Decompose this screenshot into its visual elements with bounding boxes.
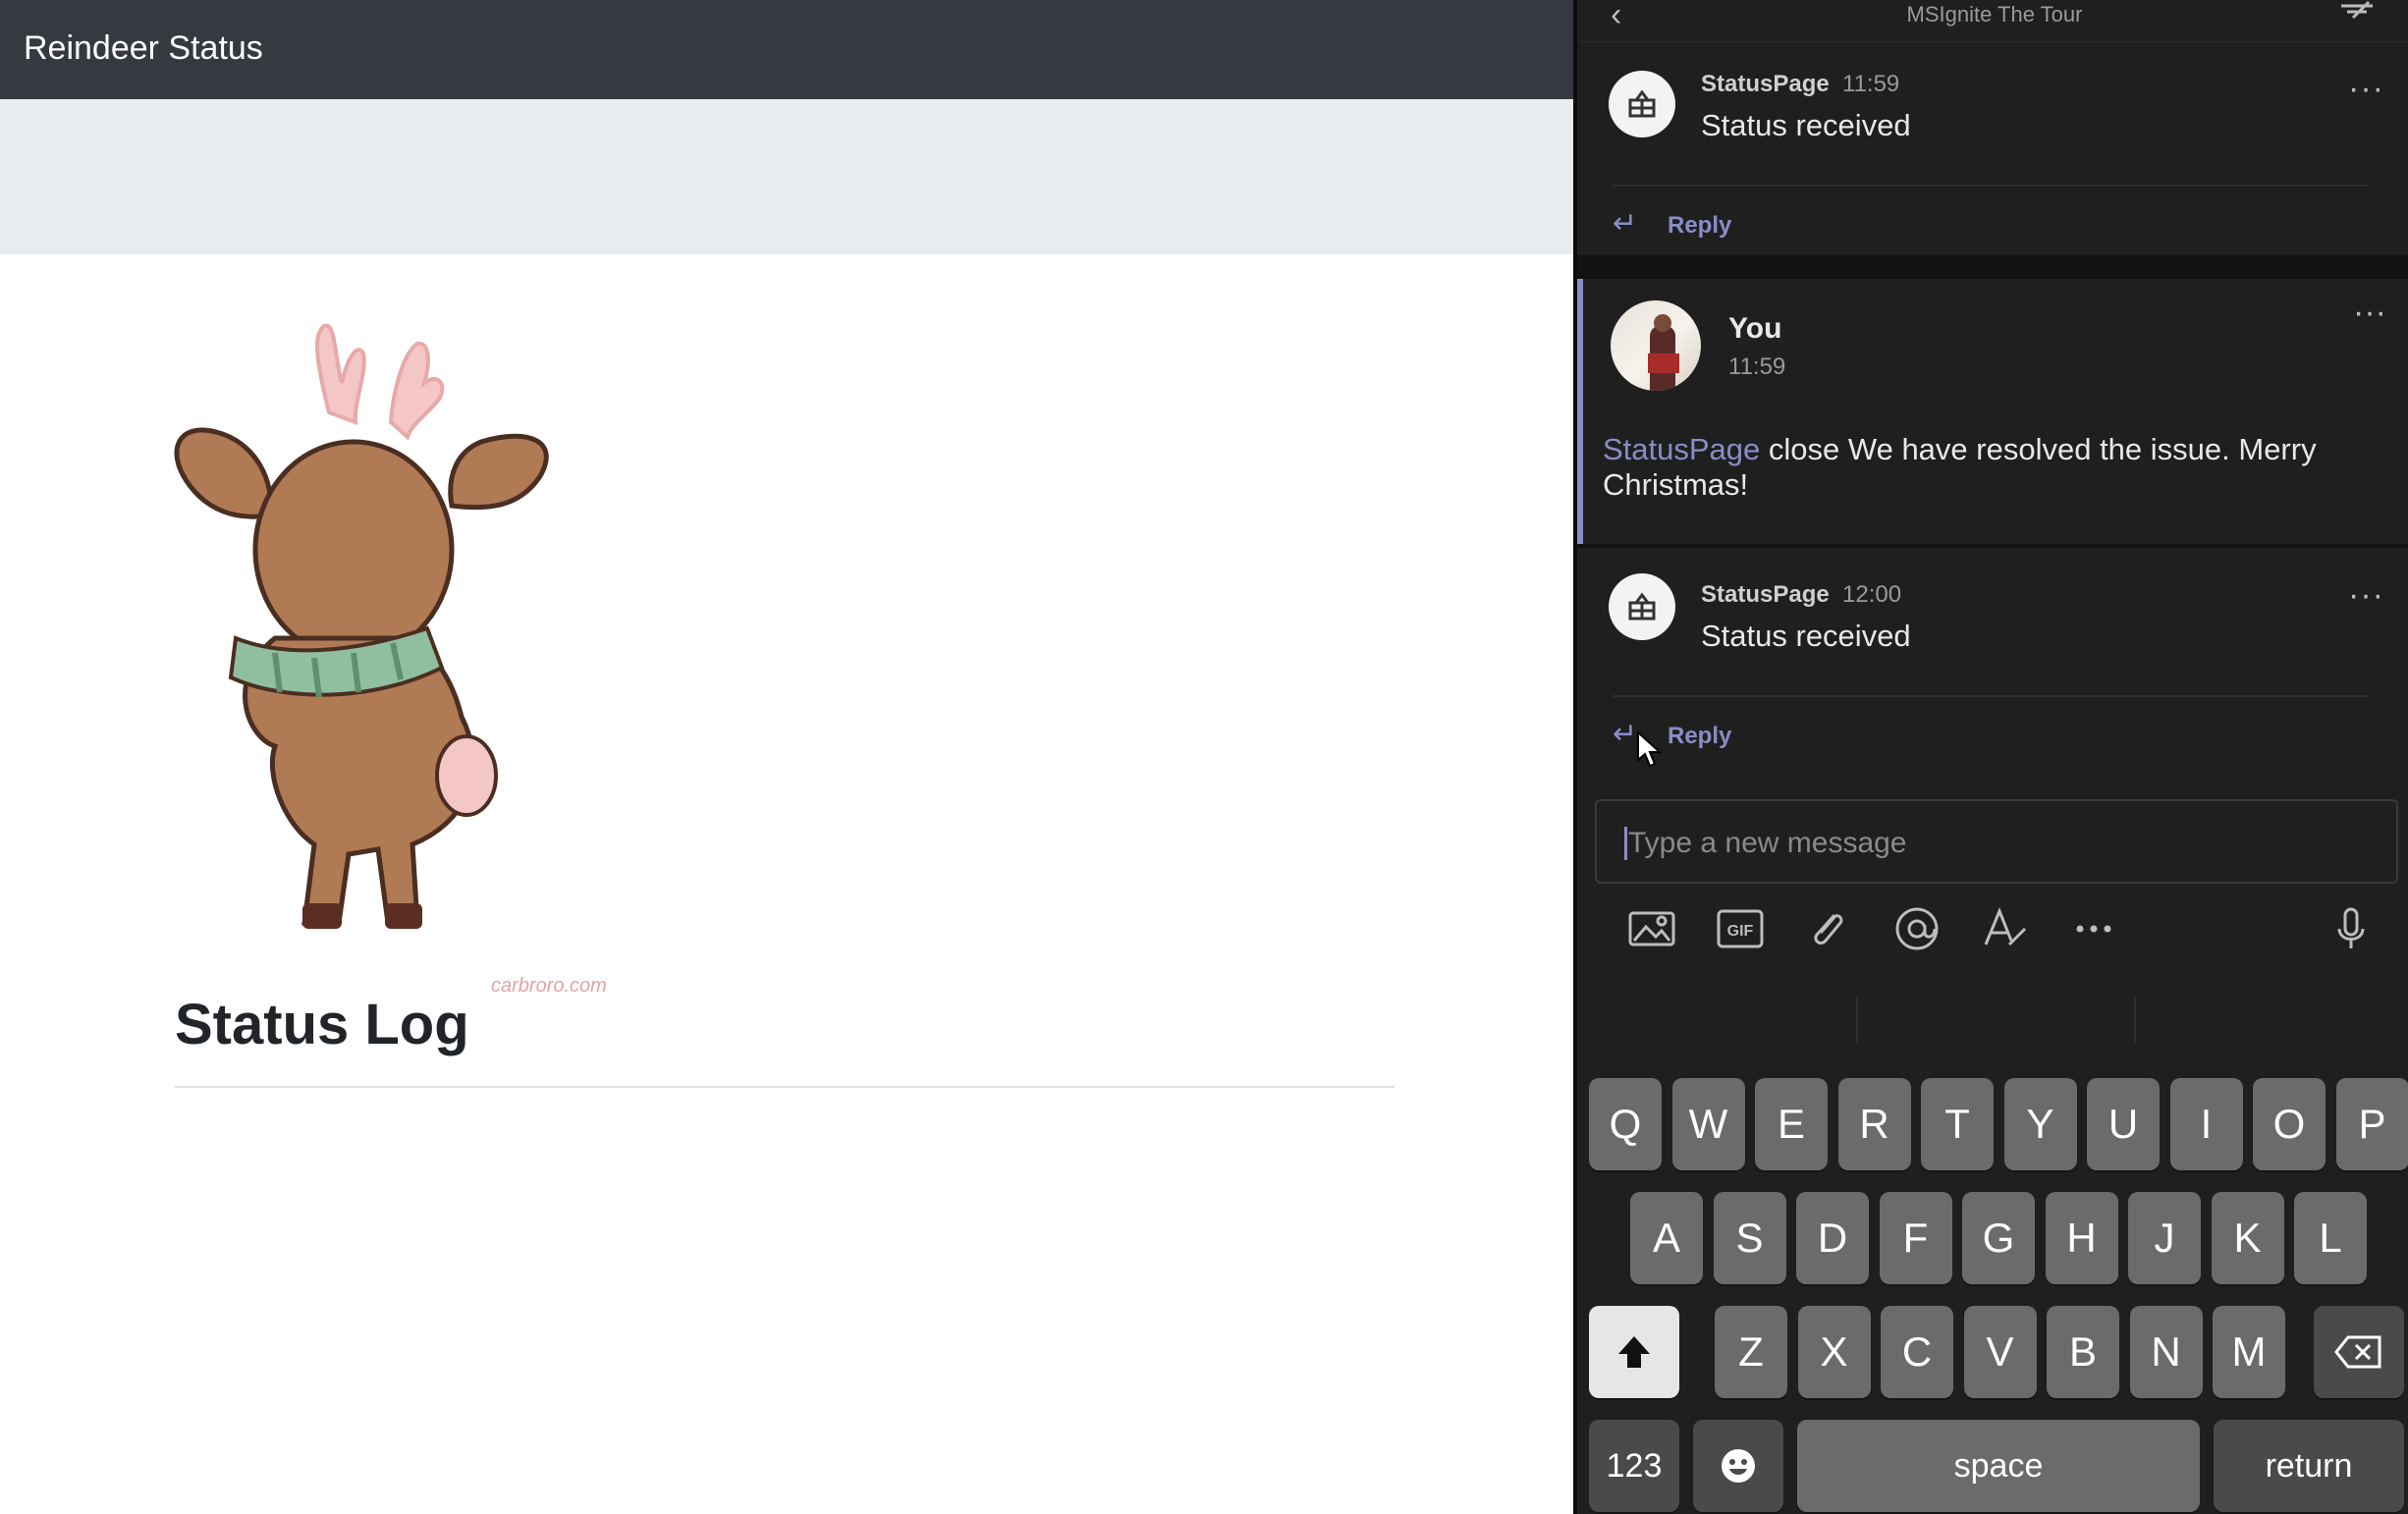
message-time: 11:59 xyxy=(1728,353,1786,380)
mention-statuspage[interactable]: StatusPage xyxy=(1603,432,1760,466)
reply-divider xyxy=(1613,185,2369,187)
key-r[interactable]: R xyxy=(1837,1078,1911,1170)
reply-arrow-icon: ↵ xyxy=(1613,718,1638,750)
format-icon[interactable] xyxy=(1978,901,2033,956)
suggestion-divider xyxy=(1856,996,1858,1043)
gif-label: GIF xyxy=(1727,923,1754,940)
message-you: You 11:59 ··· StatusPage close We have r… xyxy=(1577,279,2408,544)
microphone-icon[interactable] xyxy=(2324,901,2379,956)
message-time: 11:59 xyxy=(1842,71,1900,97)
key-w[interactable]: W xyxy=(1671,1078,1745,1170)
key-c[interactable]: C xyxy=(1881,1306,1953,1398)
message-input[interactable] xyxy=(1626,821,2377,866)
key-n[interactable]: N xyxy=(2129,1306,2203,1398)
reply-arrow-icon: ↵ xyxy=(1613,207,1638,240)
key-g[interactable]: G xyxy=(1962,1192,2035,1284)
bot-avatar xyxy=(1609,71,1675,137)
key-u[interactable]: U xyxy=(2087,1078,2160,1170)
more-options-icon[interactable]: ··· xyxy=(2348,72,2384,105)
chat-title: MSIgnite The Tour xyxy=(1906,2,2083,27)
backspace-key[interactable] xyxy=(2314,1306,2404,1398)
image-icon[interactable] xyxy=(1624,901,1679,956)
more-options-icon[interactable]: ··· xyxy=(2348,578,2384,612)
key-a[interactable]: A xyxy=(1630,1192,1703,1284)
thread-separator xyxy=(1577,255,2408,279)
key-y[interactable]: Y xyxy=(2003,1078,2077,1170)
heading-divider xyxy=(175,1086,1395,1088)
numbers-key[interactable]: 123 xyxy=(1589,1420,1679,1512)
mouse-pointer-icon xyxy=(1637,730,1663,768)
key-b[interactable]: B xyxy=(2047,1306,2119,1398)
compose-box[interactable] xyxy=(1595,799,2398,884)
reply-label: Reply xyxy=(1668,212,1732,239)
message-author: StatusPage xyxy=(1701,581,1830,608)
chat-header: ‹ MSIgnite The Tour xyxy=(1577,0,2408,42)
bot-avatar xyxy=(1609,573,1675,640)
reply-label: Reply xyxy=(1668,723,1732,749)
key-h[interactable]: H xyxy=(2045,1192,2118,1284)
key-s[interactable]: S xyxy=(1713,1192,1786,1284)
shift-key[interactable] xyxy=(1589,1306,1679,1398)
backspace-icon xyxy=(2334,1335,2381,1369)
key-d[interactable]: D xyxy=(1796,1192,1869,1284)
emoji-key[interactable] xyxy=(1693,1420,1783,1512)
key-m[interactable]: M xyxy=(2213,1306,2285,1398)
key-e[interactable]: E xyxy=(1755,1078,1828,1170)
gif-icon[interactable]: GIF xyxy=(1713,901,1768,956)
key-f[interactable]: F xyxy=(1879,1192,1952,1284)
message-statuspage-2: StatusPage 12:00 Status received ··· ↵ R… xyxy=(1577,548,2408,778)
key-o[interactable]: O xyxy=(2253,1078,2326,1170)
message-text: Status received xyxy=(1701,619,1911,653)
jumbotron-banner xyxy=(0,99,1573,254)
key-j[interactable]: J xyxy=(2128,1192,2201,1284)
message-time: 12:00 xyxy=(1842,581,1902,608)
shift-arrow-icon xyxy=(1618,1336,1650,1368)
header-action-icon[interactable] xyxy=(2337,0,2377,20)
key-l[interactable]: L xyxy=(2294,1192,2367,1284)
key-z[interactable]: Z xyxy=(1715,1306,1787,1398)
more-icon[interactable] xyxy=(2066,901,2121,956)
reply-divider xyxy=(1613,695,2369,697)
message-text: Status received xyxy=(1701,108,1911,142)
teams-mobile-panel: ‹ MSIgnite The Tour StatusPage 11:59 Sta… xyxy=(1573,0,2408,1514)
mention-icon[interactable] xyxy=(1889,901,1944,956)
space-key[interactable]: space xyxy=(1797,1420,2200,1512)
navbar: Reindeer Status xyxy=(0,0,1573,99)
emoji-icon xyxy=(1722,1449,1755,1483)
reindeer-illustration: carbroro.com xyxy=(174,323,607,997)
message-author: StatusPage xyxy=(1701,71,1830,97)
suggestion-divider xyxy=(2134,996,2136,1043)
app-icon xyxy=(1628,89,1656,118)
user-avatar[interactable] xyxy=(1611,300,1701,391)
more-options-icon[interactable]: ··· xyxy=(2353,296,2386,329)
status-log-heading: Status Log xyxy=(175,993,469,1056)
key-p[interactable]: P xyxy=(2335,1078,2408,1170)
svg-text:carbroro.com: carbroro.com xyxy=(491,975,607,997)
navbar-brand[interactable]: Reindeer Status xyxy=(24,29,263,68)
key-i[interactable]: I xyxy=(2169,1078,2243,1170)
message-author: You xyxy=(1728,312,1782,345)
message-statuspage-1: StatusPage 11:59 Status received ··· ↵ R… xyxy=(1577,43,2408,255)
reindeer-status-page: Reindeer Status carbroro.com Status Log xyxy=(0,0,1573,1514)
key-q[interactable]: Q xyxy=(1589,1078,1662,1170)
key-k[interactable]: K xyxy=(2211,1192,2284,1284)
key-x[interactable]: X xyxy=(1797,1306,1871,1398)
key-v[interactable]: V xyxy=(1963,1306,2037,1398)
attach-icon[interactable] xyxy=(1801,901,1856,956)
message-text: StatusPage close We have resolved the is… xyxy=(1603,432,2379,503)
key-t[interactable]: T xyxy=(1921,1078,1994,1170)
app-icon xyxy=(1628,592,1656,621)
return-key[interactable]: return xyxy=(2214,1420,2404,1512)
